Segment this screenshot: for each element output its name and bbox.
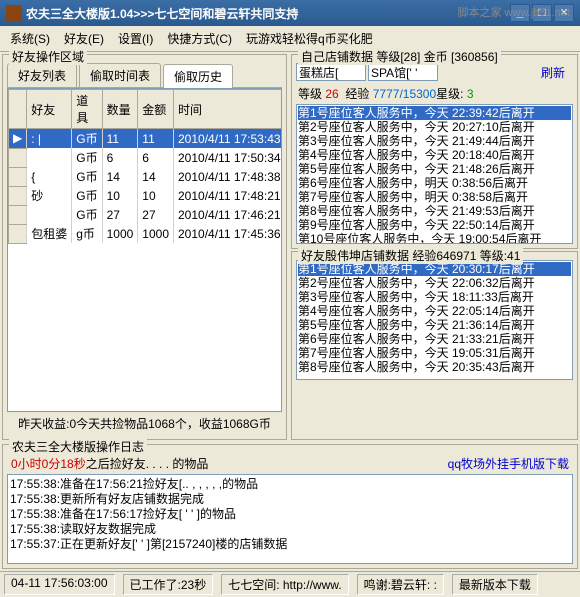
log-timer-after: 之后捡好友. . . . 的物品 (86, 455, 209, 472)
watermark: 脚本之家 www.jb51.net (458, 4, 570, 20)
friend-shop-group: 好友殷伟坤店铺数据 经验646971 等级:41 第1号座位客人服务中，今天 2… (291, 251, 578, 440)
own-shop-title: 自己店铺数据 等级[28] 金币 [360856] (298, 48, 501, 65)
friends-pane: 好友操作区域 好友列表 偷取时间表 偷取历史 好友道具数量金额时间▶: |G币1… (2, 54, 287, 440)
own-seats-list[interactable]: 第1号座位客人服务中，今天 22:39:42后离开第2号座位客人服务中，今天 2… (296, 104, 573, 244)
log-timer: 0小时0分18秒 (11, 455, 86, 472)
friend-shop-title: 好友殷伟坤店铺数据 经验646971 等级:41 (298, 247, 523, 264)
window-title: 农夫三全大楼版1.04>>>七七空间和碧云轩共同支持 (26, 5, 298, 22)
friend-seats-list[interactable]: 第1号座位客人服务中，今天 20:30:17后离开第2号座位客人服务中，今天 2… (296, 260, 573, 380)
statusbar: 04-11 17:56:03:00 已工作了:23秒 七七空间: http://… (0, 571, 580, 597)
shop2-input[interactable] (368, 63, 438, 81)
log-group: 农夫三全大楼版操作日志 0小时0分18秒 之后捡好友. . . . 的物品 qq… (2, 444, 578, 569)
menu-game[interactable]: 玩游戏轻松得q币买化肥 (240, 28, 379, 49)
tab-schedule[interactable]: 偷取时间表 (79, 63, 161, 87)
menu-friends[interactable]: 好友(E) (58, 28, 110, 49)
app-icon (6, 5, 22, 21)
menu-shortcut[interactable]: 快捷方式(C) (161, 28, 238, 49)
menu-settings[interactable]: 设置(I) (112, 28, 159, 49)
log-list[interactable]: 17:55:38:准备在17:56:21捡好友[.. , , , , ,的物品1… (7, 474, 573, 564)
tabs: 好友列表 偷取时间表 偷取历史 (7, 63, 282, 88)
refresh-link[interactable]: 刷新 (541, 64, 565, 81)
left-footer: 昨天收益:0今天共捡物品1068个，收益1068G币 (7, 412, 282, 435)
own-shop-group: 自己店铺数据 等级[28] 金币 [360856] 刷新 等级 26 经验 77… (291, 54, 578, 249)
history-table[interactable]: 好友道具数量金额时间▶: |G币11112010/4/11 17:53:43G币… (7, 88, 282, 412)
shop1-input[interactable] (296, 63, 366, 81)
log-title: 农夫三全大楼版操作日志 (9, 438, 147, 455)
tab-friends[interactable]: 好友列表 (7, 63, 77, 87)
stats-row: 等级 26 经验 7777/15300星级: 3 (296, 83, 573, 104)
menu-system[interactable]: 系统(S) (4, 28, 56, 49)
mobile-link[interactable]: qq牧场外挂手机版下载 (448, 455, 569, 472)
friends-title: 好友操作区域 (9, 48, 87, 65)
tab-history[interactable]: 偷取历史 (163, 64, 233, 88)
